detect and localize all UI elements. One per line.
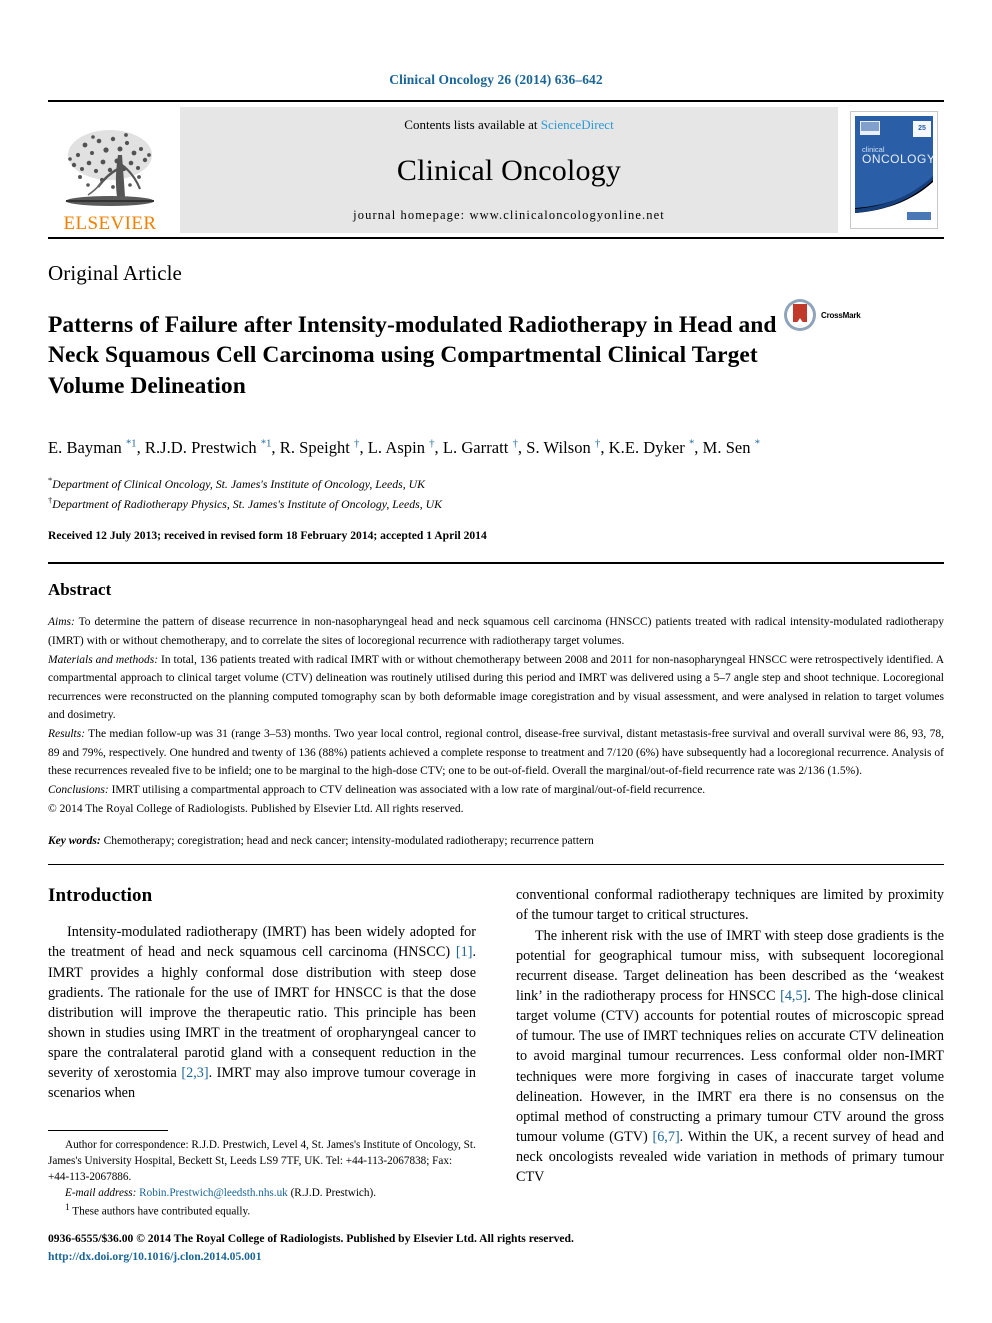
elsevier-wordmark: ELSEVIER xyxy=(63,213,157,234)
body-column-right: conventional conformal radiotherapy tech… xyxy=(516,885,944,1219)
affiliation-list: *Department of Clinical Oncology, St. Ja… xyxy=(48,474,944,514)
body-columns: Introduction Intensity-modulated radioth… xyxy=(48,885,944,1219)
abstract-methods-text: In total, 136 patients treated with radi… xyxy=(48,653,944,722)
affiliation-2: †Department of Radiotherapy Physics, St.… xyxy=(48,494,944,514)
citation-4-5[interactable]: [4,5] xyxy=(780,988,807,1004)
crossmark-icon xyxy=(784,299,816,331)
para1-part-b: . IMRT provides a highly conformal dose … xyxy=(48,944,476,1082)
introduction-paragraph-1: Intensity-modulated radiotherapy (IMRT) … xyxy=(48,922,476,1103)
title-row: Patterns of Failure after Intensity-modu… xyxy=(48,294,944,417)
abstract-methods: Materials and methods: In total, 136 pat… xyxy=(48,651,944,726)
equal-contrib-mark: 1 xyxy=(65,1202,70,1213)
introduction-heading: Introduction xyxy=(48,885,153,907)
affiliation-1: *Department of Clinical Oncology, St. Ja… xyxy=(48,474,944,494)
citation-6-7[interactable]: [6,7] xyxy=(652,1129,679,1145)
email-suffix: (R.J.D. Prestwich). xyxy=(287,1187,377,1200)
correspondence-footnote: Author for correspondence: R.J.D. Prestw… xyxy=(48,1129,476,1220)
affiliation-2-text: Department of Radiotherapy Physics, St. … xyxy=(52,496,443,511)
svg-text:ONCOLOGY: ONCOLOGY xyxy=(862,152,935,166)
contents-box: Contents lists available at ScienceDirec… xyxy=(180,107,838,233)
journal-cover-thumbnail[interactable]: 25 clinical ONCOLOGY xyxy=(844,105,944,235)
journal-masthead: ELSEVIER Contents lists available at Sci… xyxy=(48,100,944,239)
affiliation-1-text: Department of Clinical Oncology, St. Jam… xyxy=(52,476,426,491)
journal-article-page: Clinical Oncology 26 (2014) 636–642 ELSE… xyxy=(0,0,992,1323)
footnote-correspondence: Author for correspondence: R.J.D. Prestw… xyxy=(48,1138,476,1184)
body-column-left: Introduction Intensity-modulated radioth… xyxy=(48,885,476,1219)
page-title: Patterns of Failure after Intensity-modu… xyxy=(48,311,777,399)
keywords-text: Chemotherapy; coregistration; head and n… xyxy=(100,835,594,848)
contents-prefix: Contents lists available at xyxy=(404,117,538,132)
journal-title: Clinical Oncology xyxy=(396,153,622,187)
abstract-aims-label: Aims: xyxy=(48,616,75,629)
abstract-conclusions: Conclusions: IMRT utilising a compartmen… xyxy=(48,781,944,800)
abstract-methods-label: Materials and methods: xyxy=(48,653,159,666)
page-footer: 0936-6555/$36.00 © 2014 The Royal Colleg… xyxy=(48,1230,574,1265)
para2-part-b: . The high-dose clinical target volume (… xyxy=(516,988,944,1146)
svg-text:25: 25 xyxy=(918,125,926,132)
sciencedirect-link[interactable]: ScienceDirect xyxy=(541,117,614,132)
contents-available-line: Contents lists available at ScienceDirec… xyxy=(404,117,613,133)
issn-copyright-line: 0936-6555/$36.00 © 2014 The Royal Colleg… xyxy=(48,1232,574,1246)
abstract-results-label: Results: xyxy=(48,728,86,741)
footnote-equal-contribution: 1 These authors have contributed equally… xyxy=(48,1202,476,1220)
elsevier-logo: ELSEVIER xyxy=(48,105,172,235)
crossmark-badge[interactable]: CrossMark xyxy=(783,298,879,332)
running-head: Clinical Oncology 26 (2014) 636–642 xyxy=(389,72,603,87)
article-history: Received 12 July 2013; received in revis… xyxy=(48,529,487,543)
citation-2-3[interactable]: [2,3] xyxy=(181,1065,208,1081)
abstract-conclusions-label: Conclusions: xyxy=(48,783,109,796)
author-list: E. Bayman *1, R.J.D. Prestwich *1, R. Sp… xyxy=(48,438,761,458)
abstract-copyright: © 2014 The Royal College of Radiologists… xyxy=(48,802,464,815)
citation-1[interactable]: [1] xyxy=(456,944,473,960)
abstract-conclusions-text: IMRT utilising a compartmental approach … xyxy=(108,783,706,796)
para1-part-a: Intensity-modulated radiotherapy (IMRT) … xyxy=(48,924,476,961)
abstract-aims-text: To determine the pattern of disease recu… xyxy=(48,616,944,647)
abstract-heading: Abstract xyxy=(48,580,112,600)
elsevier-tree-icon xyxy=(66,130,154,206)
crossmark-label: CrossMark xyxy=(821,310,861,320)
introduction-continuation: conventional conformal radiotherapy tech… xyxy=(516,885,944,1187)
introduction-paragraph-2: The inherent risk with the use of IMRT w… xyxy=(516,926,944,1188)
abstract-results-text: The median follow-up was 31 (range 3–53)… xyxy=(48,728,944,778)
para1-continuation: conventional conformal radiotherapy tech… xyxy=(516,887,944,924)
paragraph-text: Intensity-modulated radiotherapy (IMRT) … xyxy=(48,922,476,1103)
abstract-bottom-rule xyxy=(48,864,944,866)
email-link[interactable]: Robin.Prestwich@leedsth.nhs.uk xyxy=(139,1187,288,1199)
footnote-email-line: E-mail address: Robin.Prestwich@leedsth.… xyxy=(48,1185,476,1201)
article-type-kicker: Original Article xyxy=(48,261,182,285)
email-label: E-mail address: xyxy=(65,1187,137,1200)
doi-link[interactable]: http://dx.doi.org/10.1016/j.clon.2014.05… xyxy=(48,1248,574,1265)
abstract-aims: Aims: To determine the pattern of diseas… xyxy=(48,613,944,650)
keywords-label: Key words: xyxy=(48,835,101,848)
cover-artwork-icon: 25 clinical ONCOLOGY xyxy=(851,112,937,228)
equal-contrib-text: These authors have contributed equally. xyxy=(72,1205,251,1218)
abstract-body: Aims: To determine the pattern of diseas… xyxy=(48,613,944,818)
abstract-top-rule xyxy=(48,562,944,565)
keywords: Key words: Chemotherapy; coregistration;… xyxy=(48,835,944,847)
journal-homepage[interactable]: journal homepage: www.clinicaloncologyon… xyxy=(353,208,665,223)
abstract-results: Results: The median follow-up was 31 (ra… xyxy=(48,725,944,781)
